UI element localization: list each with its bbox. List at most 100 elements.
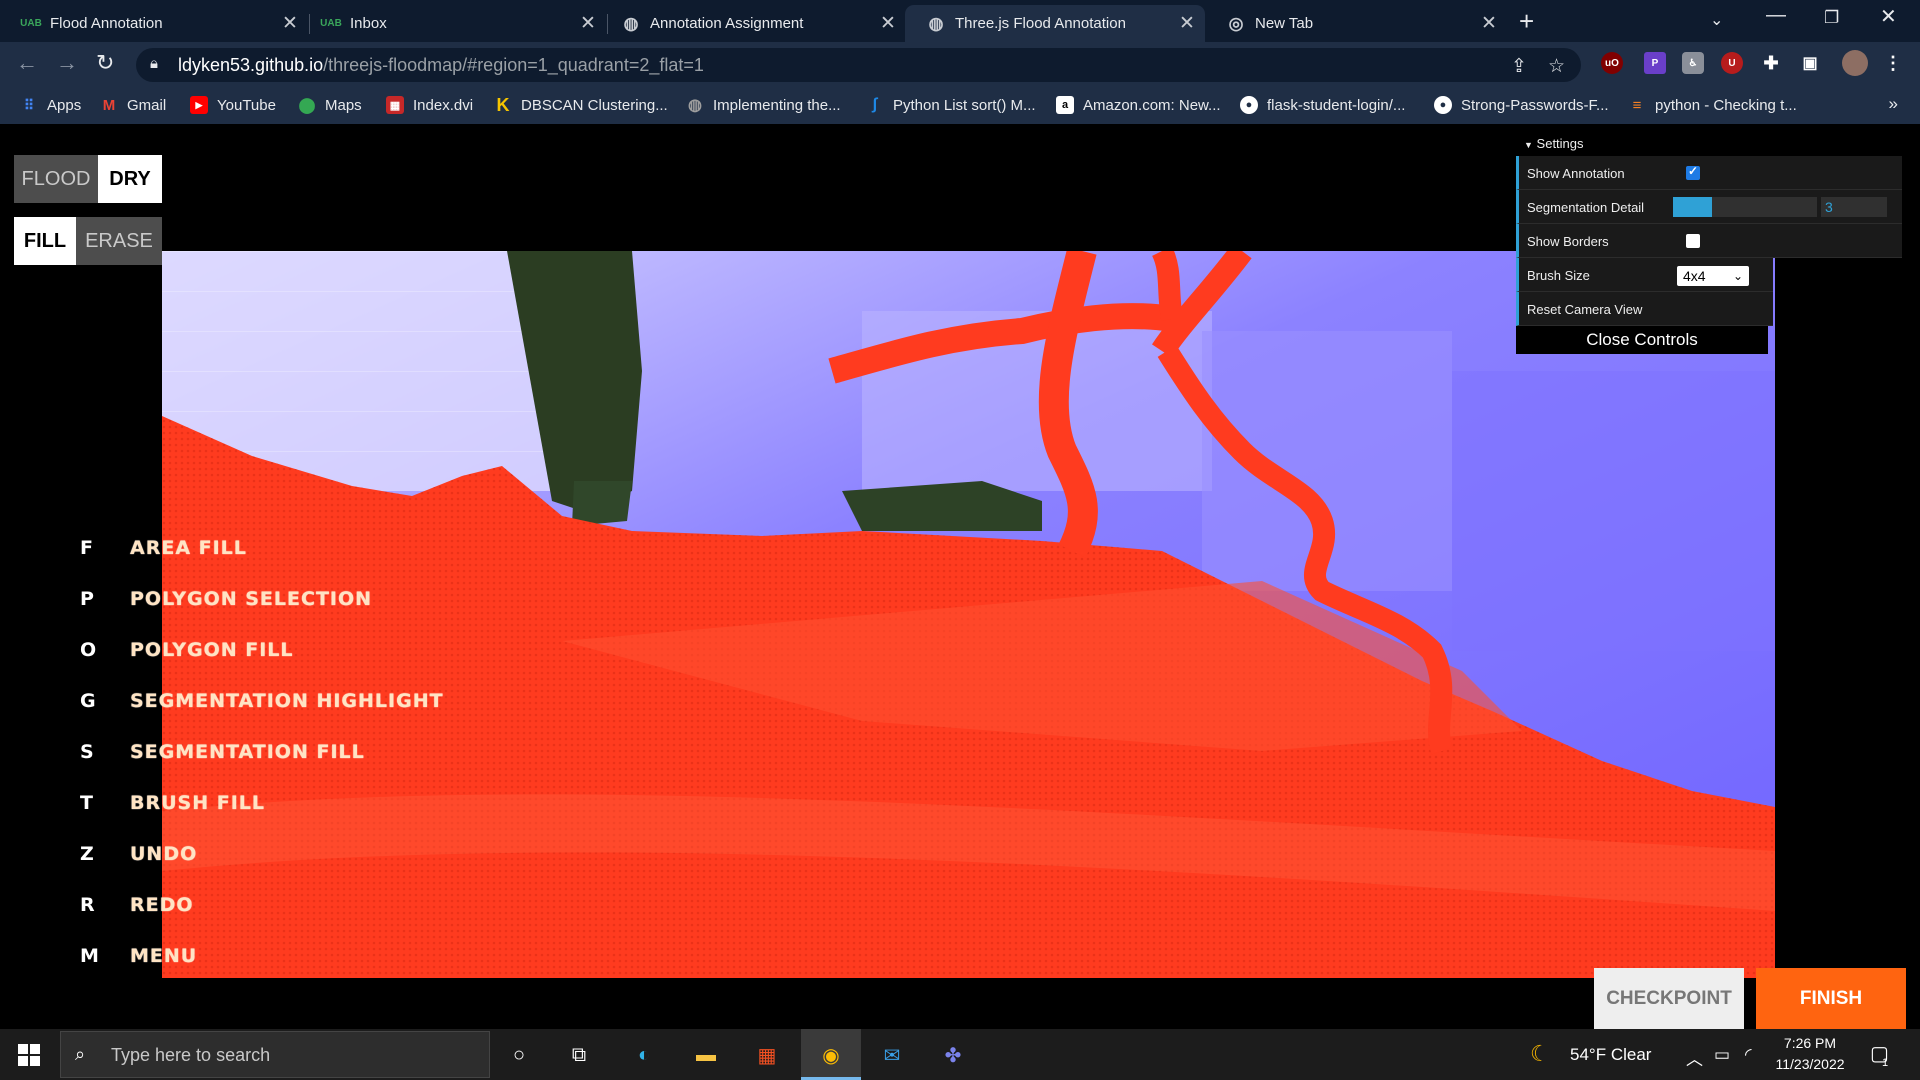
tab-annotation-assignment[interactable]: ◍ Annotation Assignment ✕ (600, 5, 906, 42)
u-extension-icon[interactable]: U (1721, 52, 1743, 74)
show-borders-control[interactable]: Show Borders (1516, 224, 1902, 258)
minimize-button[interactable]: — (1766, 4, 1786, 27)
dry-mode-button[interactable]: DRY (98, 155, 162, 203)
new-tab-button[interactable]: + (1519, 6, 1534, 37)
close-controls-button[interactable]: Close Controls (1516, 326, 1768, 354)
weather-text[interactable]: 54°F Clear (1570, 1045, 1651, 1065)
tray-chevron-icon[interactable]: ︿ (1686, 1045, 1703, 1070)
show-annotation-control[interactable]: Show Annotation (1516, 156, 1902, 190)
bookmark-index-dvi[interactable]: ▦ Index.dvi (386, 96, 473, 114)
control-label: Segmentation Detail (1527, 200, 1645, 215)
shortcut-label: REDO (130, 894, 194, 916)
taskbar-search-box[interactable]: ⌕ Type here to search (60, 1031, 490, 1078)
bookmark-strong-passwords[interactable]: ● Strong-Passwords-F... (1434, 96, 1609, 114)
close-window-button[interactable]: ✕ (1880, 4, 1897, 29)
caret-down-icon: ▼ (1524, 140, 1533, 150)
settings-folder-header[interactable]: ▼ Settings (1516, 132, 1902, 156)
youtube-icon: ▶ (190, 96, 208, 114)
address-bar[interactable]: 🔒︎ ldyken53.github.io/threejs-floodmap/#… (136, 48, 1581, 82)
reload-icon[interactable]: ↻ (96, 50, 114, 76)
show-borders-checkbox[interactable] (1686, 234, 1700, 248)
bookmark-amazon[interactable]: a Amazon.com: New... (1056, 96, 1221, 114)
settings-title: Settings (1536, 136, 1584, 151)
system-clock[interactable]: 7:26 PM 11/23/2022 (1770, 1033, 1850, 1075)
tab-new-tab[interactable]: ◎ New Tab ✕ (1205, 5, 1507, 42)
ublock-icon[interactable]: uO (1601, 52, 1623, 74)
finish-button[interactable]: FINISH (1756, 968, 1906, 1029)
segmentation-detail-slider[interactable] (1673, 197, 1817, 217)
task-view-icon[interactable]: ⧉ (563, 1039, 595, 1071)
more-menu-icon[interactable]: ⋮ (1882, 52, 1904, 74)
shortcut-key: M (80, 945, 100, 967)
bookmark-apps[interactable]: ⠿ Apps (20, 96, 81, 114)
uab-icon: UAB (320, 18, 342, 29)
browser-toolbar: ← → ↻ 🔒︎ ldyken53.github.io/threejs-floo… (0, 42, 1920, 88)
fill-mode-button[interactable]: FILL (14, 217, 76, 265)
brush-size-control[interactable]: Brush Size 4x4 ⌄ (1516, 258, 1773, 292)
close-icon[interactable]: ✕ (870, 12, 906, 35)
mail-icon[interactable]: ✉ (876, 1039, 908, 1071)
side-panel-icon[interactable]: ▣ (1799, 52, 1821, 74)
avatar[interactable] (1842, 50, 1868, 76)
bookmark-python-sort[interactable]: ∫ Python List sort() M... (866, 96, 1036, 114)
shortcut-key: P (80, 588, 95, 610)
search-icon: ⌕ (75, 1044, 86, 1064)
notification-count: 1 (1882, 1057, 1889, 1069)
bookmark-youtube[interactable]: ▶ YouTube (190, 96, 276, 114)
tab-title: Three.js Flood Annotation (955, 15, 1126, 32)
forward-icon[interactable]: → (56, 50, 78, 76)
file-explorer-icon[interactable]: ▬ (690, 1039, 722, 1071)
close-icon[interactable]: ✕ (1471, 12, 1507, 35)
bookmark-maps[interactable]: ⬤ Maps (298, 96, 362, 115)
extension-badge-icon[interactable]: P (1644, 52, 1666, 74)
chrome-icon[interactable]: ◉ (815, 1039, 847, 1071)
wifi-icon[interactable]: ◜ (1745, 1045, 1752, 1065)
battery-icon[interactable]: ▭ (1714, 1045, 1730, 1065)
teams-icon[interactable]: ✤ (937, 1039, 969, 1071)
show-annotation-checkbox[interactable] (1686, 164, 1700, 180)
edge-icon[interactable]: ◐ (628, 1039, 660, 1071)
segmentation-detail-control[interactable]: Segmentation Detail 3 (1516, 190, 1902, 224)
erase-mode-button[interactable]: ERASE (76, 217, 162, 265)
bookmark-flask-student-login[interactable]: ● flask-student-login/... (1240, 96, 1405, 114)
annotation-map[interactable] (162, 251, 1775, 978)
tab-threejs-flood-annotation[interactable]: ◍ Three.js Flood Annotation ✕ (905, 5, 1205, 42)
control-label: Show Annotation (1527, 166, 1625, 181)
bookmark-dbscan[interactable]: K DBSCAN Clustering... (494, 95, 668, 115)
share-icon[interactable]: ⇪ (1511, 55, 1527, 78)
bookmark-implementing[interactable]: ◍ Implementing the... (686, 96, 841, 115)
tab-title: Inbox (350, 15, 387, 32)
weather-moon-icon[interactable]: ☾ (1530, 1041, 1550, 1067)
checkpoint-button[interactable]: CHECKPOINT (1594, 968, 1744, 1029)
tab-title: New Tab (1255, 15, 1314, 32)
flood-mode-button[interactable]: FLOOD (14, 155, 98, 203)
feather-icon: ∫ (872, 96, 878, 113)
restore-button[interactable]: ❐ (1824, 8, 1839, 28)
microsoft-store-icon[interactable]: ▦ (751, 1039, 783, 1071)
lock-icon[interactable]: 🔒︎ (150, 55, 158, 72)
bookmark-gmail[interactable]: M Gmail (100, 96, 166, 114)
tab-search-icon[interactable]: ⌄ (1710, 10, 1723, 30)
tab-flood-annotation[interactable]: UAB Flood Annotation ✕ (0, 5, 308, 42)
accessibility-icon[interactable]: ♿︎ (1682, 52, 1704, 74)
more-bookmarks-icon[interactable]: » (1889, 94, 1898, 114)
bookmarks-bar: ⠿ Apps M Gmail ▶ YouTube ⬤ Maps ▦ Index.dvi K… (0, 88, 1920, 124)
puzzle-icon[interactable]: ✚ (1760, 52, 1782, 74)
segmentation-detail-input[interactable]: 3 (1821, 197, 1887, 217)
windows-start-icon[interactable] (18, 1044, 40, 1066)
document-icon: ▦ (386, 96, 404, 114)
github-icon: ● (1434, 96, 1452, 114)
reset-camera-button[interactable]: Reset Camera View (1516, 292, 1773, 326)
cortana-icon[interactable]: ○ (503, 1039, 535, 1071)
shortcut-key: G (80, 690, 97, 712)
url-text[interactable]: ldyken53.github.io/threejs-floodmap/#reg… (178, 55, 704, 76)
star-icon[interactable]: ☆ (1548, 55, 1565, 78)
brush-size-select[interactable]: 4x4 ⌄ (1677, 266, 1749, 286)
back-icon[interactable]: ← (16, 50, 38, 76)
close-icon[interactable]: ✕ (1169, 12, 1205, 35)
search-placeholder: Type here to search (111, 1045, 271, 1065)
control-label: Brush Size (1527, 268, 1590, 283)
bookmark-python-checking[interactable]: ≡ python - Checking t... (1628, 96, 1797, 114)
tab-inbox[interactable]: UAB Inbox ✕ (300, 5, 606, 42)
windows-taskbar: ⌕ Type here to search ○ ⧉ ◐ ▬ ▦ ◉ ✉ ✤ ☾ … (0, 1029, 1920, 1080)
